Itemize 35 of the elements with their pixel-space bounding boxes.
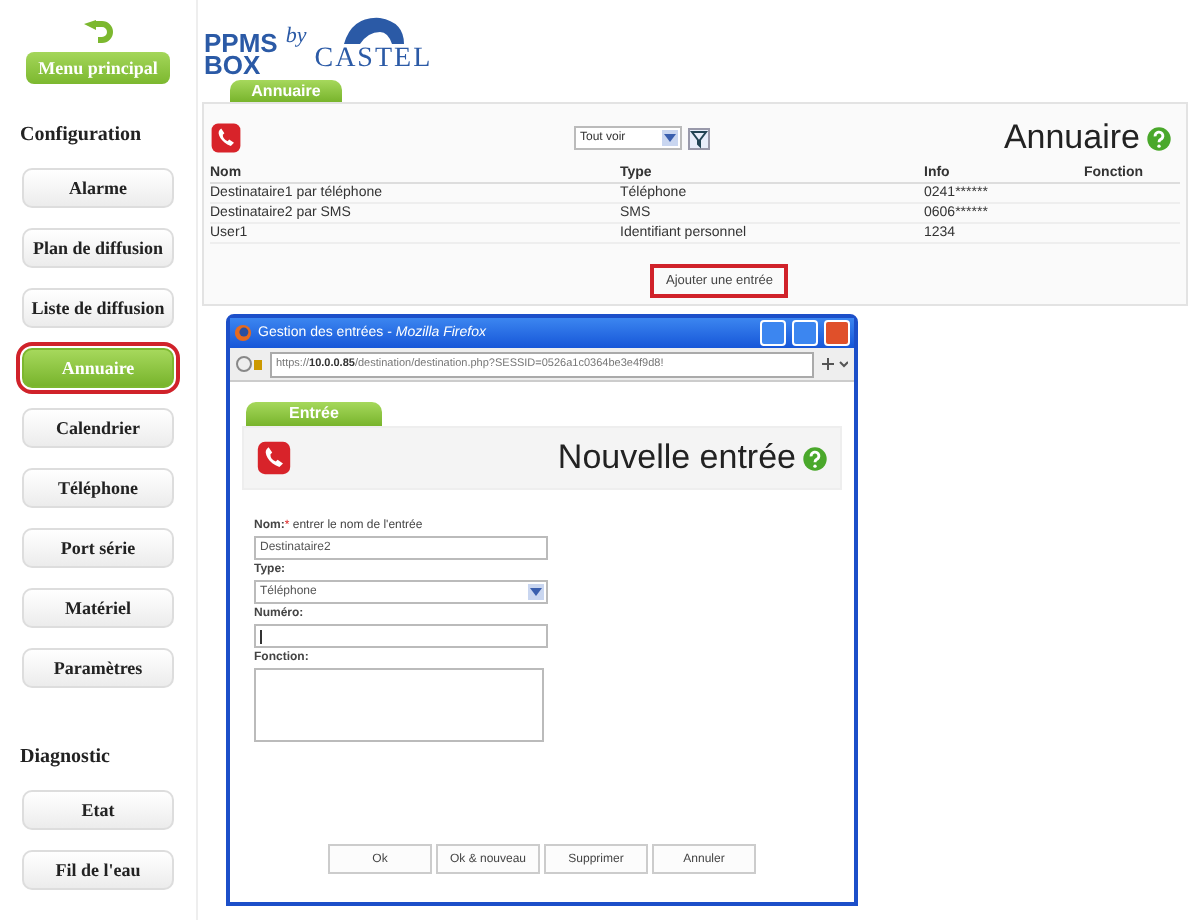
minimize-button[interactable] bbox=[760, 320, 786, 346]
phone-icon bbox=[210, 122, 242, 154]
section-heading: Diagnostic bbox=[20, 746, 110, 768]
page-title: Annuaire bbox=[1003, 118, 1140, 158]
text-cursor bbox=[260, 629, 262, 643]
caret-icon bbox=[528, 584, 544, 600]
section-heading: Configuration bbox=[20, 124, 142, 146]
nav-button[interactable]: Etat bbox=[22, 790, 174, 830]
filter-icon[interactable] bbox=[688, 127, 710, 149]
back-arrow-icon bbox=[82, 20, 114, 48]
maximize-button[interactable] bbox=[792, 320, 818, 346]
nav-button[interactable]: Alarme bbox=[22, 168, 174, 208]
nav-button[interactable]: Port série bbox=[22, 528, 174, 568]
logo-text: PPMS BOX bbox=[204, 32, 278, 76]
browser-icon bbox=[234, 324, 252, 342]
nav-button[interactable]: Matériel bbox=[22, 588, 174, 628]
nav-button[interactable]: Fil de l'eau bbox=[22, 850, 174, 890]
nav-button[interactable]: Liste de diffusion bbox=[22, 288, 174, 328]
logo-by: by bbox=[285, 24, 307, 48]
nav-button[interactable]: Paramètres bbox=[22, 648, 174, 688]
help-icon[interactable] bbox=[802, 445, 828, 471]
nav-button[interactable]: Téléphone bbox=[22, 468, 174, 508]
help-icon[interactable] bbox=[1146, 125, 1172, 151]
close-button[interactable] bbox=[824, 320, 850, 346]
text-area[interactable] bbox=[254, 668, 544, 742]
lock-warning-icon bbox=[236, 356, 264, 372]
text-field[interactable] bbox=[254, 624, 548, 648]
phone-icon bbox=[256, 440, 292, 476]
caret-icon bbox=[662, 130, 678, 146]
form-title: Nouvelle entrée bbox=[557, 438, 796, 478]
extension-icon[interactable] bbox=[820, 356, 848, 372]
nav-button[interactable]: Calendrier bbox=[22, 408, 174, 448]
nav-button[interactable]: Plan de diffusion bbox=[22, 228, 174, 268]
logo-arch-icon bbox=[339, 16, 408, 44]
brand-name: CASTEL bbox=[314, 44, 433, 76]
